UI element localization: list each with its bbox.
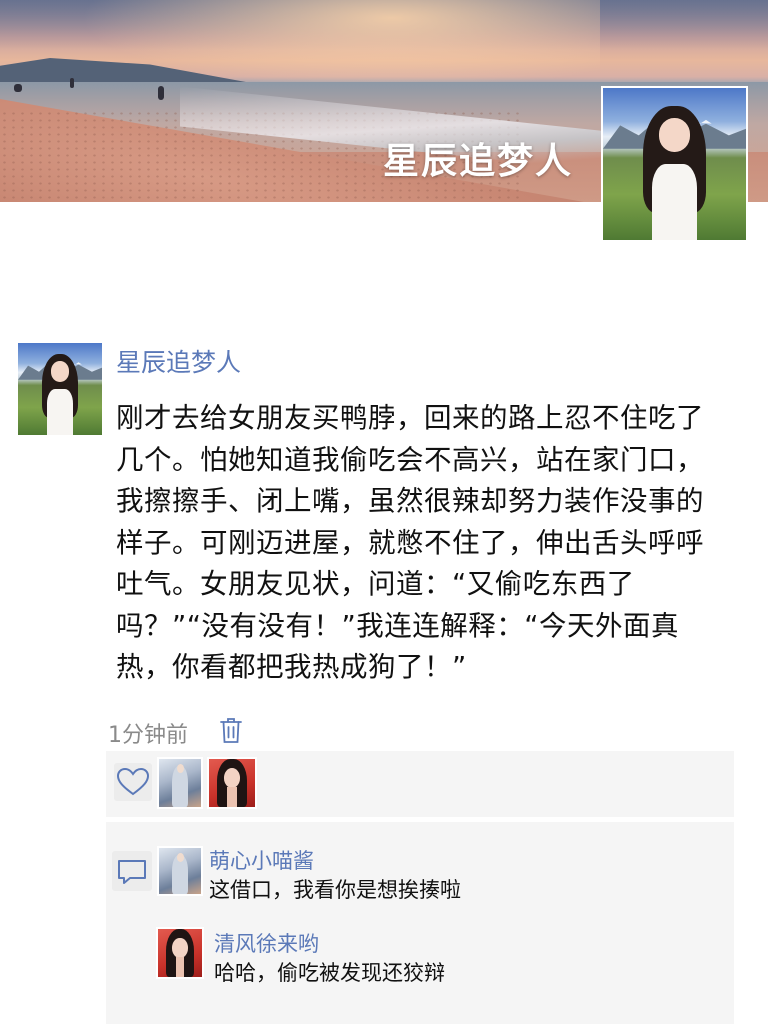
profile-avatar[interactable]	[601, 86, 748, 242]
post-timestamp: 1分钟前	[108, 723, 188, 748]
trash-icon[interactable]	[219, 716, 243, 744]
comment-avatar-2[interactable]	[156, 927, 204, 979]
like-avatar-1[interactable]	[157, 757, 203, 809]
like-avatar-2[interactable]	[207, 757, 257, 809]
comment-text-1: 这借口，我看你是想挨揍啦	[209, 878, 461, 902]
comment-author-1[interactable]: 萌心小喵酱	[209, 845, 314, 875]
comment-text-2: 哈哈，偷吃被发现还狡辩	[214, 961, 445, 985]
post-text: 刚才去给女朋友买鸭脖，回来的路上忍不住吃了几个。怕她知道我偷吃会不高兴，站在家门…	[116, 402, 704, 683]
comment-author-2[interactable]: 清风徐来哟	[214, 928, 319, 958]
comment-bubble-icon[interactable]	[112, 851, 152, 891]
post-author-avatar[interactable]	[18, 343, 102, 435]
cover-user-name: 星辰追梦人	[383, 141, 574, 182]
comment-avatar-1[interactable]	[157, 846, 203, 896]
post-author-name[interactable]: 星辰追梦人	[116, 343, 241, 379]
heart-icon[interactable]	[114, 763, 152, 801]
